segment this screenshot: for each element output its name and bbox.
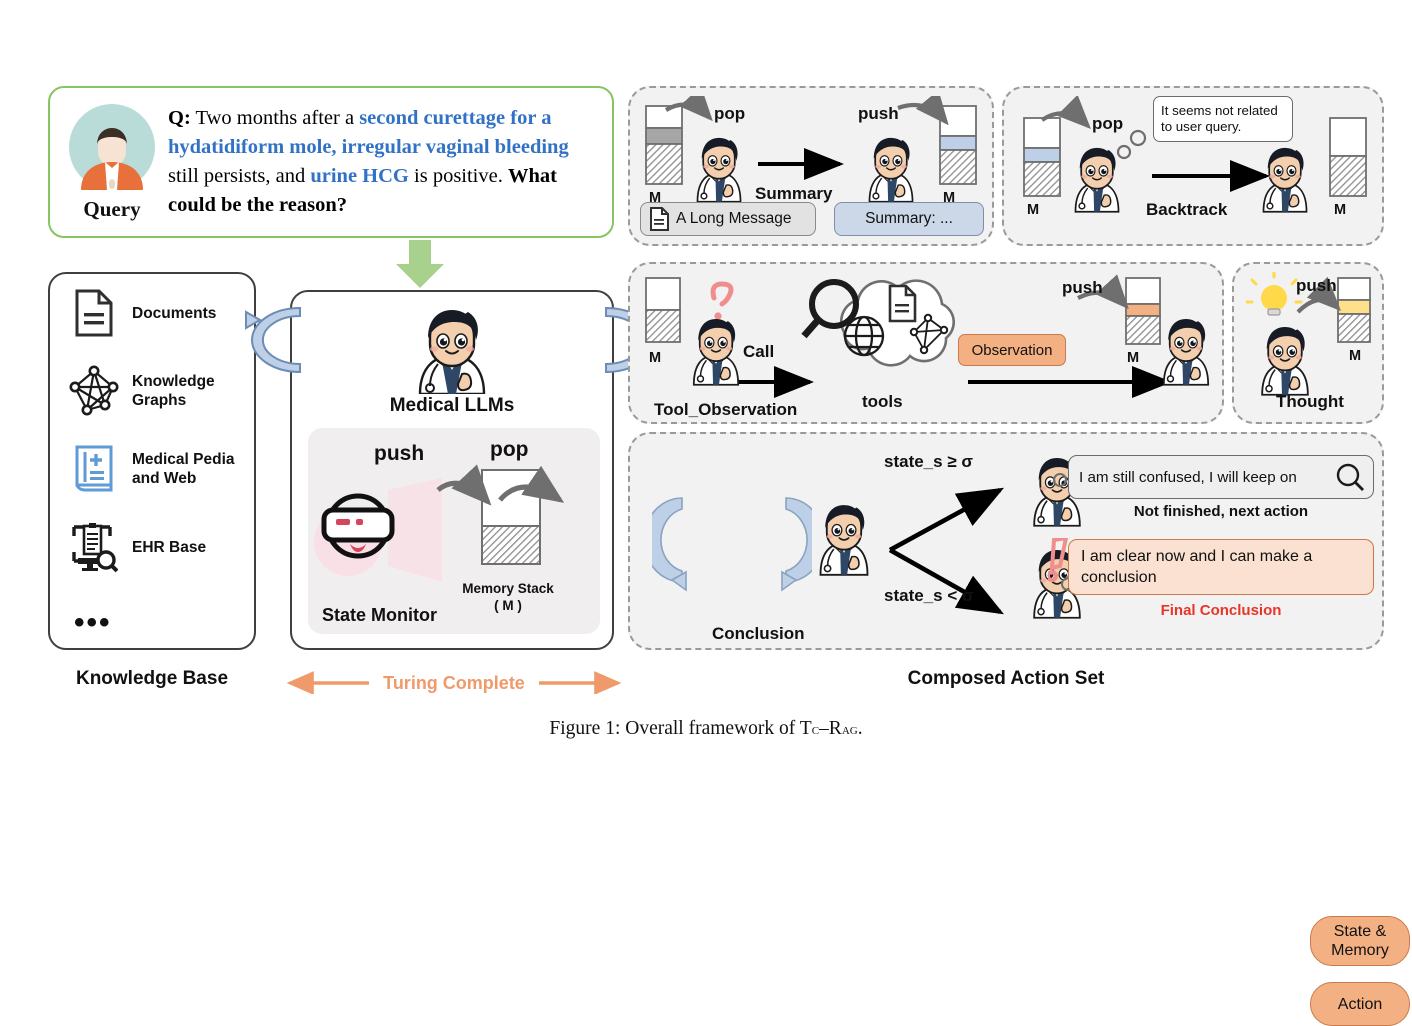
action-node[interactable]: Action <box>1310 982 1410 1026</box>
query-text-2: still persists, and <box>168 165 311 187</box>
doctor-avatar <box>1262 147 1308 213</box>
doctor-avatar <box>692 318 740 386</box>
medical-llm-avatar <box>292 298 612 399</box>
observation-label: Observation <box>971 341 1053 359</box>
figure-caption: Figure 1: Overall framework of Tc–Rag. <box>0 718 1412 740</box>
query-box: Query Q: Two months after a second curet… <box>48 86 614 238</box>
tool-observation-panel: push M M Call tools Tool_Observation <box>628 262 1224 424</box>
caption-name-c: R <box>828 718 842 739</box>
tool-m-left: M <box>649 350 662 366</box>
memory-stack-graphic <box>436 464 565 565</box>
query-highlight-2: urine HCG <box>310 165 409 187</box>
caption-name-b: c <box>811 721 820 738</box>
kb-item-label: EHR Base <box>132 538 207 556</box>
ehr-monitor-icon <box>68 519 120 575</box>
left-cycle-arrow-icon <box>245 306 301 374</box>
push-label: push <box>374 442 425 465</box>
caption-name-a: T <box>799 718 812 739</box>
not-finished-bubble[interactable]: I am still confused, I will keep on <box>1068 455 1374 499</box>
turing-complete-label: Turing Complete <box>383 673 525 693</box>
state-monitor-panel: push pop Memory Stack ( M ) State Monito… <box>308 428 600 634</box>
query-text-1: Two months after a <box>190 107 360 129</box>
medical-book-icon <box>68 441 120 497</box>
query-text: Q: Two months after a second curettage f… <box>168 104 600 220</box>
thought-action-panel: push M Thought <box>1232 262 1384 424</box>
kb-item-knowledge-graphs[interactable]: Knowledge Graphs <box>50 352 254 430</box>
summary-result-box[interactable]: Summary: ... <box>834 202 984 236</box>
summary-push-label: push <box>858 104 899 123</box>
final-conclusion-text: I am clear now and I can make a conclusi… <box>1081 548 1313 586</box>
tools-label: tools <box>862 392 903 411</box>
state-memory-node[interactable]: State & Memory <box>1310 916 1410 966</box>
turing-arrows: Turing Complete <box>286 671 622 695</box>
query-text-3: is positive. <box>408 165 508 187</box>
kb-item-ehr-base[interactable]: EHR Base <box>50 508 254 586</box>
not-finished-label: Not finished, next action <box>1133 503 1309 520</box>
query-label: Query <box>83 197 141 221</box>
doctor-avatar <box>868 137 914 203</box>
condition-low-label: state_s < σ <box>884 586 974 605</box>
kb-item-medical-pedia[interactable]: Medical Pedia and Web <box>50 430 254 508</box>
backtrack-thought-bubble: It seems not related to user query. <box>1153 96 1293 142</box>
not-finished-text: I am still confused, I will keep on <box>1079 468 1297 486</box>
conclusion-loop-arrows <box>652 497 812 592</box>
medical-llm-label: Medical LLMs <box>389 395 515 416</box>
final-conclusion-label: Final Conclusion <box>1160 602 1282 619</box>
query-avatar-group: Query <box>64 104 160 222</box>
center-panel: Medical LLMs push pop Memory Stack ( M )… <box>290 290 614 650</box>
knowledge-base-panel: Documents Knowledge Graphs Medical Pedia… <box>48 272 256 650</box>
avatar <box>69 104 155 190</box>
search-icon[interactable] <box>1335 462 1365 492</box>
doctor-avatar <box>1074 147 1120 213</box>
tool-push-label: push <box>1062 278 1103 297</box>
memory-stack-line-2: ( M ) <box>494 598 522 613</box>
caption-period: . <box>857 718 863 739</box>
thought-m-label: M <box>1349 348 1362 364</box>
document-icon <box>68 285 120 341</box>
kb-item-label: Medical Pedia and Web <box>132 451 235 487</box>
long-message-label: A Long Message <box>676 210 792 227</box>
kb-item-label: Documents <box>132 304 217 322</box>
composed-action-set-title: Composed Action Set <box>907 668 1105 689</box>
summary-result-label: Summary: ... <box>865 210 953 227</box>
memory-stack-label: Memory Stack ( M ) <box>428 580 588 614</box>
final-conclusion-bubble[interactable]: I am clear now and I can make a conclusi… <box>1068 539 1374 595</box>
summary-arrow-label: Summary <box>755 184 833 203</box>
kb-ellipsis: ••• <box>74 606 112 639</box>
tool-m-right: M <box>1127 350 1140 366</box>
backtrack-pop-label: pop <box>1092 114 1124 133</box>
memory-stack-line-1: Memory Stack <box>462 581 554 596</box>
doctor-avatar <box>1162 318 1210 386</box>
doctor-avatar <box>819 504 869 576</box>
knowledge-base-title: Knowledge Base <box>75 668 229 689</box>
knowledge-graph-icon <box>68 363 120 419</box>
doctor-avatar <box>1261 326 1309 396</box>
tool-observation-title: Tool_Observation <box>654 400 798 419</box>
backtrack-arrow-label: Backtrack <box>1146 200 1228 219</box>
kb-item-documents[interactable]: Documents <box>50 274 254 352</box>
doctor-avatar <box>696 137 742 203</box>
backtrack-thought-text: It seems not related to user query. <box>1161 103 1278 134</box>
observation-badge: Observation <box>958 334 1066 366</box>
vr-headset-icon <box>314 478 442 582</box>
document-icon <box>650 207 669 231</box>
long-message-box[interactable]: A Long Message <box>640 202 816 236</box>
caption-name-d: ag <box>841 721 858 738</box>
green-down-arrow-icon <box>396 240 444 288</box>
conclusion-title: Conclusion <box>712 624 805 643</box>
backtrack-m-left: M <box>1027 202 1040 218</box>
query-prefix: Q: <box>168 107 191 129</box>
caption-prefix: Figure 1: Overall framework of <box>549 718 800 739</box>
condition-high-label: state_s ≥ σ <box>884 452 974 471</box>
summary-pop-label: pop <box>714 104 746 123</box>
state-monitor-label: State Monitor <box>322 605 437 625</box>
caption-dash: – <box>819 718 829 739</box>
backtrack-m-right: M <box>1334 202 1347 218</box>
turing-complete-row: Turing Complete <box>264 668 644 699</box>
thought-push-label: push <box>1296 276 1337 295</box>
